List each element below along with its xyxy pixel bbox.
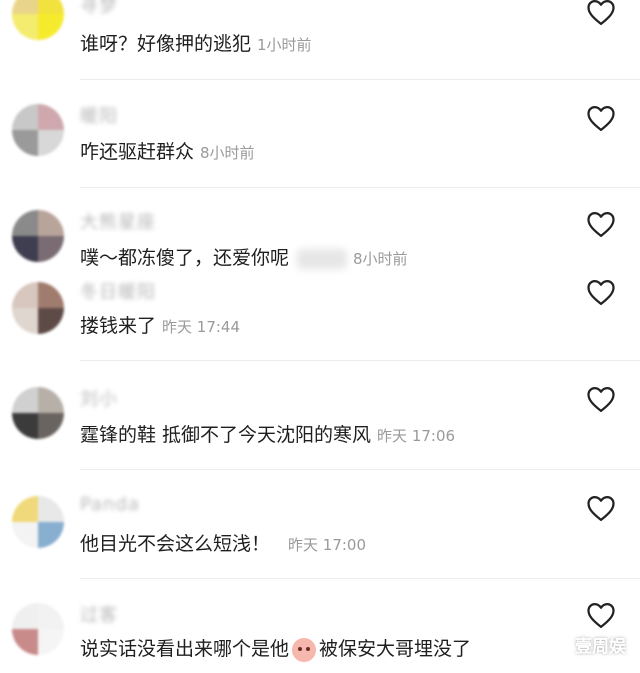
username[interactable]: 大熊星座 [80,208,156,234]
heart-outline-icon[interactable] [586,104,616,132]
avatar[interactable] [12,282,64,334]
username[interactable]: 过客 [80,601,118,627]
username[interactable]: 暖阳 [80,102,118,128]
comment-text-line: 霆锋的鞋 抵御不了今天沈阳的寒风 昨天 17:06 [80,423,455,448]
comment-item: 过客 说实话没看出来哪个是他 被保安大哥埋没了 [0,579,640,673]
avatar[interactable] [12,387,64,439]
comment-text: 搂钱来了 [80,315,157,337]
comment-time: 8小时前 [200,144,255,162]
heart-outline-icon[interactable] [586,0,616,26]
avatar[interactable] [12,104,64,156]
comment-text: 咋还驱赶群众 [80,141,195,163]
username[interactable]: Panda [80,494,140,515]
heart-outline-icon[interactable] [586,494,616,522]
username[interactable]: 刘小 [80,385,118,411]
heart-outline-icon[interactable] [586,210,616,238]
comment-time: 1小时前 [257,36,312,54]
comment-item: 冬日暖阳 搂钱来了 昨天 17:44 [0,268,640,360]
comment-time: 8小时前 [353,250,408,268]
comment-text: 他目光不会这么短浅！ [80,533,271,555]
avatar[interactable] [12,0,64,40]
comment-text: 谁呀？好像押的逃犯 [80,33,252,55]
peach-emoji-icon [292,637,317,662]
comment-item: 刘小 霆锋的鞋 抵御不了今天沈阳的寒风 昨天 17:06 [0,361,640,469]
comment-item: Panda 他目光不会这么短浅！ 昨天 17:00 [0,470,640,578]
username[interactable]: 冬日暖阳 [80,278,156,304]
avatar[interactable] [12,603,64,655]
comment-time: 昨天 17:06 [377,427,456,445]
comment-text: 说实话没看出来哪个是他 [80,638,290,660]
avatar[interactable] [12,210,64,262]
heart-outline-icon[interactable] [586,601,616,629]
heart-outline-icon[interactable] [586,385,616,413]
watermark: 壹周娱 [575,637,626,657]
comment-text-line: 搂钱来了 昨天 17:44 [80,314,240,339]
comment-item: 大熊星座 噗～都冻傻了，还爱你呢 8小时前 [0,188,640,269]
comment-time: 昨天 17:00 [288,536,367,554]
comment-text-line: 他目光不会这么短浅！ 昨天 17:00 [80,532,366,557]
comment-time: 昨天 17:44 [162,318,241,336]
heart-outline-icon[interactable] [586,278,616,306]
comment-item: 寻梦 谁呀？好像押的逃犯 1小时前 [0,0,640,80]
avatar[interactable] [12,496,64,548]
comment-text-line: 谁呀？好像押的逃犯 1小时前 [80,32,312,57]
comment-text-line: 咋还驱赶群众 8小时前 [80,140,255,165]
username[interactable]: 寻梦 [80,0,118,18]
blurred-sticker [297,248,348,269]
comment-text-line: 说实话没看出来哪个是他 被保安大哥埋没了 [80,637,471,662]
comment-text: 噗～都冻傻了，还爱你呢 [80,247,290,269]
comment-text: 霆锋的鞋 抵御不了今天沈阳的寒风 [80,424,372,446]
comment-item: 暖阳 咋还驱赶群众 8小时前 [0,80,640,188]
comment-text-continued: 被保安大哥埋没了 [319,638,472,660]
